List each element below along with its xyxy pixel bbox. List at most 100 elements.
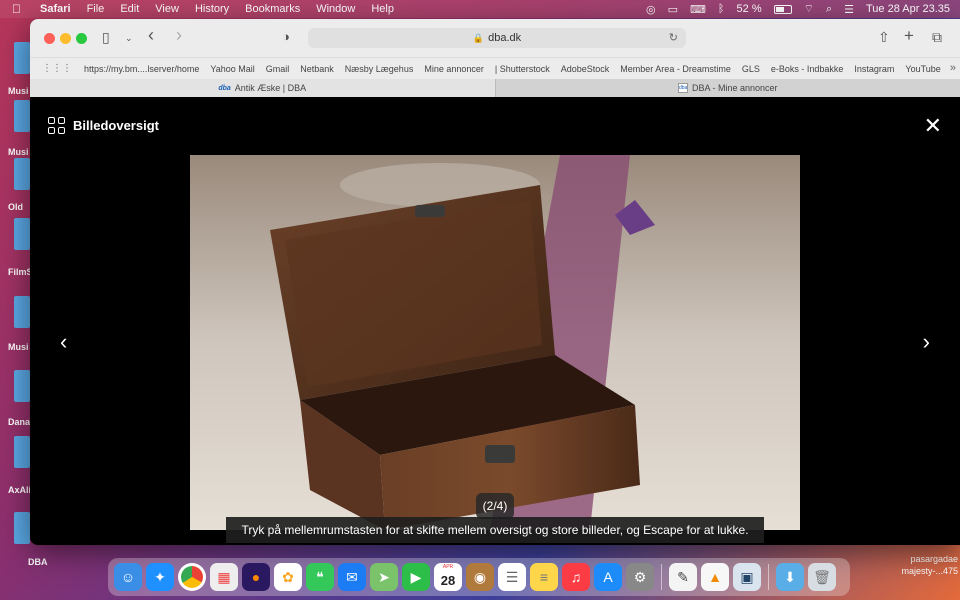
menu-help[interactable]: Help (371, 3, 394, 15)
trash-icon[interactable]: 🗑 (808, 563, 836, 591)
overview-button[interactable]: Billedoversigt (48, 117, 159, 134)
desktop-folder-icon[interactable] (14, 296, 30, 328)
desktop-folder-icon[interactable] (14, 436, 30, 468)
battery-icon[interactable] (773, 4, 792, 14)
close-icon[interactable]: ✕ (924, 115, 942, 137)
dock: ☺ ✦ ▦ ● ✿ ❝ ✉ ➤ ▶ APR 28 ◉ ☰ ≡ ♫ A ⚙ ✎ ▲… (108, 558, 850, 596)
chevron-down-icon[interactable]: ⌄ (125, 33, 133, 44)
finder-icon[interactable]: ☺ (114, 563, 142, 591)
desktop-folder-icon[interactable] (14, 218, 30, 250)
calendar-day: 28 (440, 572, 456, 588)
desktop-file-label: pasargadae (910, 554, 958, 564)
messages-icon[interactable]: ❝ (306, 563, 334, 591)
grid-icon (48, 117, 65, 134)
tab-overview-icon[interactable]: ⧉ (932, 29, 942, 46)
share-icon[interactable]: ⇧ (878, 29, 890, 46)
desktop-folder-label: DBA (28, 557, 48, 567)
calendar-icon[interactable]: APR 28 (434, 563, 462, 591)
bookmark-item[interactable]: https://my.bm....lserver/home (84, 64, 199, 74)
product-photo (190, 155, 800, 530)
tab-antik-aeske[interactable]: dba Antik Æske | DBA (30, 79, 495, 97)
menu-bookmarks[interactable]: Bookmarks (245, 3, 300, 15)
privacy-shield-icon[interactable]: ◑ (282, 29, 290, 44)
mail-icon[interactable]: ✉ (338, 563, 366, 591)
bookmark-item[interactable]: Næsby Lægehus (345, 64, 414, 74)
bookmark-item[interactable]: YouTube (905, 64, 940, 74)
sidebar-toggle-icon[interactable]: ▯ (102, 29, 110, 46)
status-area: ◎ ▭ ⌨ ᛒ 52 % ⌔ ⌕ ☰ Tue 28 Apr 23.35 (646, 0, 950, 18)
desktop-folder-icon[interactable] (14, 370, 30, 402)
bluetooth-icon[interactable]: ᛒ (718, 3, 725, 15)
firefox-icon[interactable]: ● (242, 563, 270, 591)
photos-icon[interactable]: ✿ (274, 563, 302, 591)
system-preferences-icon[interactable]: ⚙ (626, 563, 654, 591)
menu-bar:  Safari File Edit View History Bookmark… (0, 0, 960, 18)
desktop-folder-label: Musi (8, 147, 29, 157)
bookmark-item[interactable]: e-Boks - Indbakke (771, 64, 844, 74)
bookmark-item[interactable]: Mine annoncer (424, 64, 484, 74)
menu-edit[interactable]: Edit (120, 3, 139, 15)
bookmark-item[interactable]: Instagram (854, 64, 894, 74)
preview-icon[interactable]: ▣ (733, 563, 761, 591)
menu-view[interactable]: View (155, 3, 179, 15)
vlc-icon[interactable]: ▲ (701, 563, 729, 591)
wifi-icon[interactable]: ⌔ (804, 2, 814, 16)
more-bookmarks-icon[interactable]: » (950, 62, 956, 74)
next-image-icon[interactable]: › (923, 329, 930, 355)
image-lightbox: Billedoversigt ✕ ‹ › (2/4) Tryk på melle… (30, 97, 960, 545)
screen-mirror-icon[interactable]: ▭ (668, 3, 678, 16)
textedit-icon[interactable]: ✎ (669, 563, 697, 591)
address-bar[interactable]: 🔒 dba.dk ↻ (308, 28, 686, 48)
bookmark-item[interactable]: GLS (742, 64, 760, 74)
reload-icon[interactable]: ↻ (669, 31, 678, 44)
menu-app-safari[interactable]: Safari (40, 3, 71, 15)
forward-icon[interactable]: › (176, 25, 182, 46)
wooden-box-image (190, 155, 800, 530)
bookmark-item[interactable]: Netbank (300, 64, 334, 74)
desktop-folder-icon[interactable] (14, 42, 30, 74)
menu-history[interactable]: History (195, 3, 229, 15)
app-store-icon[interactable]: A (594, 563, 622, 591)
downloads-icon[interactable]: ⬇ (776, 563, 804, 591)
bookmark-item[interactable]: AdobeStock (561, 64, 610, 74)
dba-favicon: dba (218, 84, 231, 92)
zoom-window-button[interactable] (76, 33, 87, 44)
safari-icon[interactable]: ✦ (146, 563, 174, 591)
desktop-folder-icon[interactable] (14, 100, 30, 132)
back-icon[interactable]: ‹ (148, 25, 154, 46)
tab-mine-annoncer[interactable]: dba DBA - Mine annoncer (494, 79, 960, 97)
favorites-grid-icon[interactable]: ⋮⋮⋮ (42, 63, 72, 74)
calendar-month: APR (442, 564, 454, 570)
desktop-folder-icon[interactable] (14, 158, 30, 190)
contacts-icon[interactable]: ◉ (466, 563, 494, 591)
lock-icon: 🔒 (472, 32, 485, 43)
bookmark-item[interactable]: Yahoo Mail (210, 64, 254, 74)
bookmark-item[interactable]: Member Area - Dreamstime (620, 64, 731, 74)
search-icon[interactable]: ⌕ (826, 3, 832, 16)
new-tab-icon[interactable]: + (904, 26, 914, 46)
desktop-folder-icon[interactable] (14, 512, 30, 544)
music-icon[interactable]: ♫ (562, 563, 590, 591)
minimize-window-button[interactable] (60, 33, 71, 44)
safari-window: ▯ ⌄ ‹ › ◑ 🔒 dba.dk ↻ ⇧ + ⧉ ⋮⋮⋮ https://m… (30, 19, 960, 545)
launchpad-icon[interactable]: ▦ (210, 563, 238, 591)
reminders-icon[interactable]: ☰ (498, 563, 526, 591)
notes-icon[interactable]: ≡ (530, 563, 558, 591)
previous-image-icon[interactable]: ‹ (60, 329, 67, 355)
menu-window[interactable]: Window (316, 3, 355, 15)
desktop-folder-label: FilmS (8, 267, 33, 277)
bookmark-item[interactable]: | Shutterstock (495, 64, 550, 74)
control-center-icon[interactable]: ☰ (844, 3, 854, 16)
clock[interactable]: Tue 28 Apr 23.35 (866, 3, 950, 15)
apple-icon[interactable]:  (12, 2, 28, 16)
maps-icon[interactable]: ➤ (370, 563, 398, 591)
facetime-icon[interactable]: ▶ (402, 563, 430, 591)
keyboard-icon[interactable]: ⌨ (690, 3, 706, 16)
bookmark-item[interactable]: Gmail (266, 64, 290, 74)
airdrop-icon[interactable]: ◎ (646, 3, 656, 16)
close-window-button[interactable] (44, 33, 55, 44)
menu-file[interactable]: File (87, 3, 105, 15)
desktop-folder-label: Musi (8, 342, 29, 352)
chrome-icon[interactable] (178, 563, 206, 591)
dock-separator (661, 564, 662, 590)
